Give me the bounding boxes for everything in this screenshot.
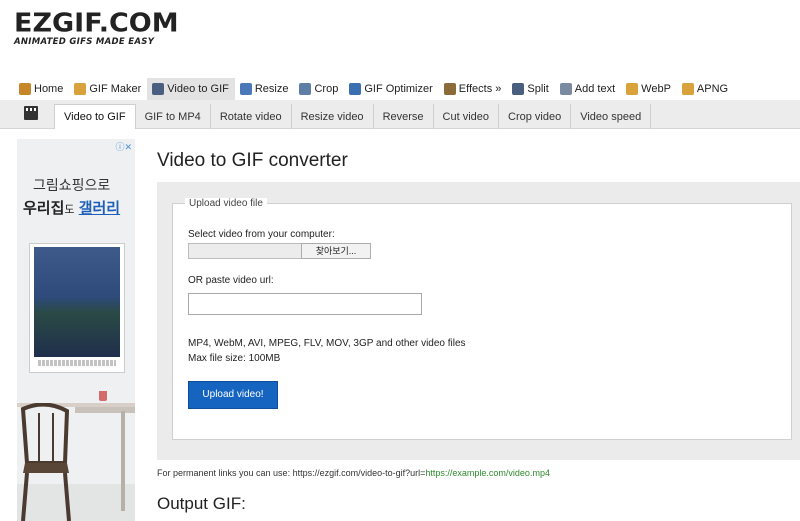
site-logo[interactable]: EZGIF.COM ANIMATED GIFS MADE EASY (14, 10, 179, 47)
ad-painting-image (29, 243, 125, 373)
nav-item-label: APNG (696, 83, 729, 95)
nav-item-label: WebP (641, 83, 671, 95)
format-info: MP4, WebM, AVI, MPEG, FLV, MOV, 3GP and … (188, 336, 466, 366)
crop-icon (299, 83, 312, 95)
tab-gif-to-mp4[interactable]: GIF to MP4 (136, 104, 211, 129)
page-title: Video to GIF converter (157, 150, 348, 171)
gif-maker-icon (74, 83, 87, 95)
split-icon (512, 83, 525, 95)
output-title: Output GIF: (157, 494, 246, 513)
nav-item-label: Resize (254, 83, 289, 95)
nav-item-label: Effects » (458, 83, 502, 95)
tab-rotate-video[interactable]: Rotate video (211, 104, 292, 129)
main-content: Video to GIF converter Upload video file… (157, 150, 800, 513)
sub-nav-tabs: Video to GIF GIF to MP4 Rotate video Resize… (54, 104, 652, 129)
max-file-size: Max file size: 100MB (188, 353, 281, 364)
ad-text-a: 우리집 (23, 200, 65, 217)
perm-example-link[interactable]: https://example.com/video.mp4 (425, 468, 550, 478)
nav-item-label: Add text (574, 83, 616, 95)
tab-video-to-gif[interactable]: Video to GIF (54, 104, 136, 129)
nav-item-apng[interactable]: APNG (677, 78, 734, 100)
upload-fieldset: Upload video file Select video from your… (172, 198, 792, 440)
tab-resize-video[interactable]: Resize video (292, 104, 374, 129)
browse-button[interactable]: 찾아보기... (301, 243, 371, 259)
advertisement[interactable]: ⓘ✕ 그림쇼핑으로 우리집도 갤러리 (17, 139, 135, 521)
ad-subheadline: 우리집도 갤러리 (23, 197, 120, 218)
tab-reverse[interactable]: Reverse (374, 104, 434, 129)
ad-chair-image (20, 403, 71, 521)
permanent-link-note: For permanent links you can use: https:/… (157, 468, 550, 478)
ad-table-leg (121, 411, 125, 511)
nav-item-effects[interactable]: Effects » (439, 78, 508, 100)
nav-item-resize[interactable]: Resize (235, 78, 295, 100)
text-icon (559, 83, 572, 95)
supported-formats: MP4, WebM, AVI, MPEG, FLV, MOV, 3GP and … (188, 338, 466, 349)
nav-item-home[interactable]: Home (14, 78, 69, 100)
film-icon (24, 106, 38, 120)
ad-text-b: 도 (64, 204, 75, 216)
nav-item-label: GIF Maker (89, 83, 142, 95)
ad-choices-icon[interactable]: ⓘ✕ (115, 140, 132, 153)
ad-cup-image (99, 391, 107, 401)
upload-video-button[interactable]: Upload video! (188, 381, 278, 409)
nav-item-label: Video to GIF (167, 83, 229, 95)
optimizer-icon (349, 83, 362, 95)
nav-item-video-to-gif[interactable]: Video to GIF (147, 78, 235, 100)
ad-headline: 그림쇼핑으로 (33, 177, 111, 193)
effects-icon (443, 83, 456, 95)
upload-panel: Upload video file Select video from your… (157, 182, 800, 460)
nav-item-add-text[interactable]: Add text (555, 78, 621, 100)
ad-text-c: 갤러리 (78, 200, 121, 217)
nav-item-gif-optimizer[interactable]: GIF Optimizer (344, 78, 438, 100)
main-nav: Home GIF Maker Video to GIF Resize Crop GIF O… (14, 78, 734, 100)
perm-text: For permanent links you can use: https:/… (157, 468, 426, 478)
resize-icon (239, 83, 252, 95)
url-label: OR paste video url: (188, 275, 274, 286)
nav-item-label: GIF Optimizer (364, 83, 433, 95)
tab-cut-video[interactable]: Cut video (434, 104, 500, 129)
webp-icon (626, 83, 639, 95)
tab-video-speed[interactable]: Video speed (571, 104, 652, 129)
video-icon (152, 83, 165, 95)
nav-item-webp[interactable]: WebP (621, 78, 677, 100)
nav-item-gif-maker[interactable]: GIF Maker (69, 78, 147, 100)
sub-nav: Video to GIF GIF to MP4 Rotate video Resize… (0, 100, 800, 129)
upload-legend: Upload video file (185, 198, 267, 209)
video-url-input[interactable] (188, 293, 422, 315)
nav-item-label: Home (34, 83, 64, 95)
nav-item-label: Split (527, 83, 549, 95)
logo-text: EZGIF.COM (14, 8, 179, 39)
nav-item-split[interactable]: Split (507, 78, 554, 100)
select-file-label: Select video from your computer: (188, 229, 335, 240)
nav-item-label: Crop (314, 83, 339, 95)
home-icon (19, 83, 31, 95)
ad-table (75, 407, 135, 413)
nav-item-crop[interactable]: Crop (294, 78, 344, 100)
tab-crop-video[interactable]: Crop video (499, 104, 572, 129)
apng-icon (681, 83, 694, 95)
logo-tagline: ANIMATED GIFS MADE EASY (14, 37, 155, 47)
